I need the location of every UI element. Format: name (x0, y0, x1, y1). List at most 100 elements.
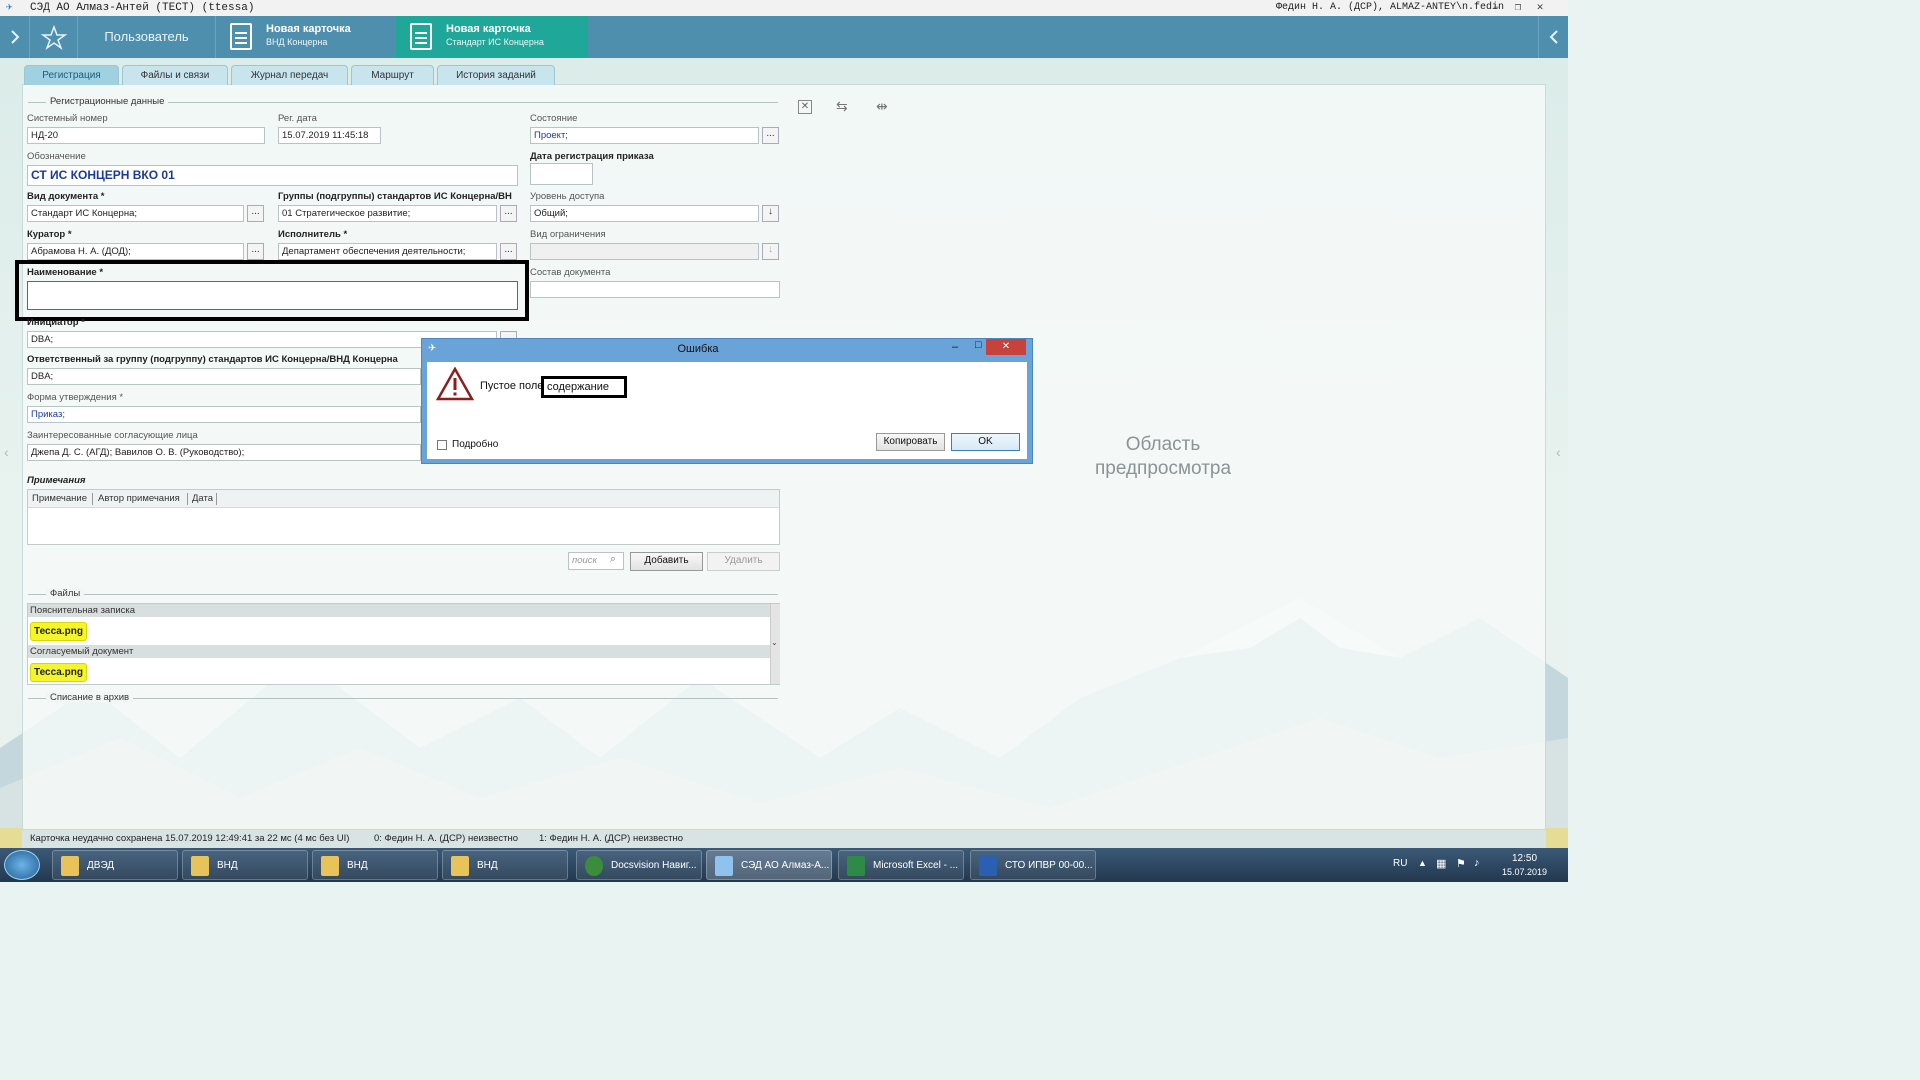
add-note-button[interactable]: Добавить (630, 552, 703, 571)
close-panel-icon[interactable]: ✕ (798, 100, 812, 114)
left-panel-expander-icon[interactable]: ‹ (4, 444, 9, 460)
interested-field[interactable]: Джепа Д. С. (АГД); Вавилов О. В. (Руково… (27, 444, 421, 461)
interested-label: Заинтересованные согласующие лица (27, 430, 198, 441)
taskbar-item[interactable]: Microsoft Excel - ... (838, 850, 964, 880)
executor-select-button[interactable]: ... (500, 243, 517, 260)
composition-field[interactable] (530, 281, 780, 298)
regdate-field[interactable]: 15.07.2019 11:45:18 (278, 127, 381, 144)
expand-left-button[interactable] (0, 16, 30, 58)
access-label: Уровень доступа (530, 191, 605, 202)
favorites-button[interactable] (30, 16, 78, 58)
files-divider (28, 594, 778, 595)
taskbar-item[interactable]: ВНД (182, 850, 308, 880)
dialog-close-button[interactable]: ✕ (986, 339, 1026, 355)
tab-card-vnd[interactable]: Новая карточка ВНД Концерна (216, 16, 396, 58)
notes-col-date[interactable]: Дата (192, 493, 213, 504)
order-date-field[interactable] (530, 163, 593, 185)
doctype-field[interactable]: Стандарт ИС Концерна; (27, 205, 244, 222)
file-chip[interactable]: Тесса.png (30, 622, 87, 641)
access-dropdown-button[interactable]: ↓ (762, 205, 779, 222)
network-icon[interactable]: ▦ (1436, 857, 1446, 870)
restriction-dropdown-button[interactable]: ↓ (762, 243, 779, 260)
user-button[interactable]: Пользователь (78, 16, 216, 58)
maximize-icon[interactable]: □ (975, 339, 982, 351)
taskbar-item[interactable]: ДВЭД (52, 850, 178, 880)
clock-time[interactable]: 12:50 (1512, 853, 1537, 864)
col-divider (92, 493, 93, 505)
copy-button[interactable]: Копировать (876, 433, 945, 451)
folder-icon (191, 856, 209, 876)
designation-label: Обозначение (27, 151, 86, 162)
approval-field[interactable]: Приказ; (27, 406, 421, 423)
language-indicator[interactable]: RU (1393, 858, 1407, 869)
start-button[interactable] (4, 850, 40, 880)
curator-field[interactable]: Абрамова Н. А. (ДОД); (27, 243, 244, 260)
split-icon[interactable]: ⇹ (876, 98, 888, 115)
sysnum-field[interactable]: НД-20 (27, 127, 265, 144)
flag-icon[interactable]: ⚑ (1456, 857, 1466, 870)
tab-card-subtitle: Стандарт ИС Концерна (446, 37, 544, 47)
tab-files-links[interactable]: Файлы и связи (122, 65, 228, 85)
files-scrollbar[interactable]: ⌄ (770, 604, 780, 684)
files-section-title: Файлы (46, 588, 85, 599)
app-logo-icon: ✈ (6, 2, 13, 14)
dialog-body: Пустое поле содержание Подробно Копирова… (427, 362, 1027, 459)
executor-label: Исполнитель * (278, 229, 348, 240)
taskbar-item[interactable]: СЭД АО Алмаз-А... (706, 850, 832, 880)
tab-route[interactable]: Маршрут (351, 65, 434, 85)
taskbar-item[interactable]: ВНД (442, 850, 568, 880)
preview-line2: предпросмотра (1094, 458, 1232, 479)
ok-button[interactable]: OK (951, 433, 1020, 451)
minimize-icon[interactable]: – (1488, 0, 1504, 16)
details-checkbox[interactable] (437, 440, 447, 450)
notes-col-note[interactable]: Примечание (32, 493, 87, 504)
doctype-select-button[interactable]: ... (247, 205, 264, 222)
restriction-field[interactable] (530, 243, 759, 260)
folder-icon (321, 856, 339, 876)
right-panel-expander-icon[interactable]: ‹ (1556, 444, 1561, 460)
groups-field[interactable]: 01 Стратегическое развитие; (278, 205, 497, 222)
file-group-explanatory: Пояснительная записка (28, 604, 770, 617)
tab-task-history[interactable]: История заданий (437, 65, 555, 85)
minimize-icon[interactable]: – (952, 341, 958, 353)
curator-label: Куратор * (27, 229, 72, 240)
arrow-down-icon: ↓ (768, 244, 773, 255)
tab-card-title: Новая карточка (446, 23, 531, 35)
clock-date[interactable]: 15.07.2019 (1502, 867, 1547, 877)
delete-note-button[interactable]: Удалить (707, 552, 780, 571)
tray-expand-icon[interactable]: ▲ (1418, 858, 1427, 868)
notes-col-author[interactable]: Автор примечания (98, 493, 180, 504)
collapse-right-button[interactable] (1538, 16, 1568, 58)
document-icon (230, 23, 252, 50)
name-field[interactable] (27, 281, 518, 310)
tab-registration[interactable]: Регистрация (24, 65, 119, 85)
status-user-0: 0: Федин Н. А. (ДСР) неизвестно (374, 833, 518, 844)
volume-icon[interactable]: ♪ (1474, 857, 1480, 869)
tab-card-standard[interactable]: Новая карточка Стандарт ИС Концерна (396, 16, 588, 58)
swap-icon[interactable]: ⇆ (836, 98, 848, 115)
file-group-approved: Согласуемый документ (28, 645, 770, 658)
file-chip[interactable]: Тесса.png (30, 663, 87, 682)
state-select-button[interactable]: ... (762, 127, 779, 144)
taskbar-item[interactable]: СТО ИПВР 00-00... (970, 850, 1096, 880)
app-logo-icon (715, 856, 733, 876)
window-title: СЭД АО Алмаз-Антей (ТЕСТ) (ttessa) (30, 2, 255, 14)
tab-transfer-log[interactable]: Журнал передач (231, 65, 348, 85)
notes-table: Примечание Автор примечания Дата (27, 489, 780, 545)
taskbar-item[interactable]: ВНД (312, 850, 438, 880)
taskbar-item[interactable]: Docsvision Навиг... (576, 850, 702, 880)
warning-icon (436, 367, 474, 401)
close-icon[interactable]: ✕ (1532, 0, 1548, 16)
arrow-down-icon: ↓ (768, 206, 773, 217)
curator-select-button[interactable]: ... (247, 243, 264, 260)
composition-label: Состав документа (530, 267, 611, 278)
dialog-title: Ошибка (677, 343, 719, 355)
groups-select-button[interactable]: ... (500, 205, 517, 222)
notes-table-header: Примечание Автор примечания Дата (28, 490, 779, 508)
designation-field[interactable]: СТ ИС КОНЦЕРН ВКО 01 (27, 165, 518, 186)
responsible-field[interactable]: DBA; (27, 368, 421, 385)
executor-field[interactable]: Департамент обеспечения деятельности; (278, 243, 497, 260)
state-field[interactable]: Проект; (530, 127, 759, 144)
access-field[interactable]: Общий; (530, 205, 759, 222)
maximize-icon[interactable]: ❐ (1510, 0, 1526, 16)
